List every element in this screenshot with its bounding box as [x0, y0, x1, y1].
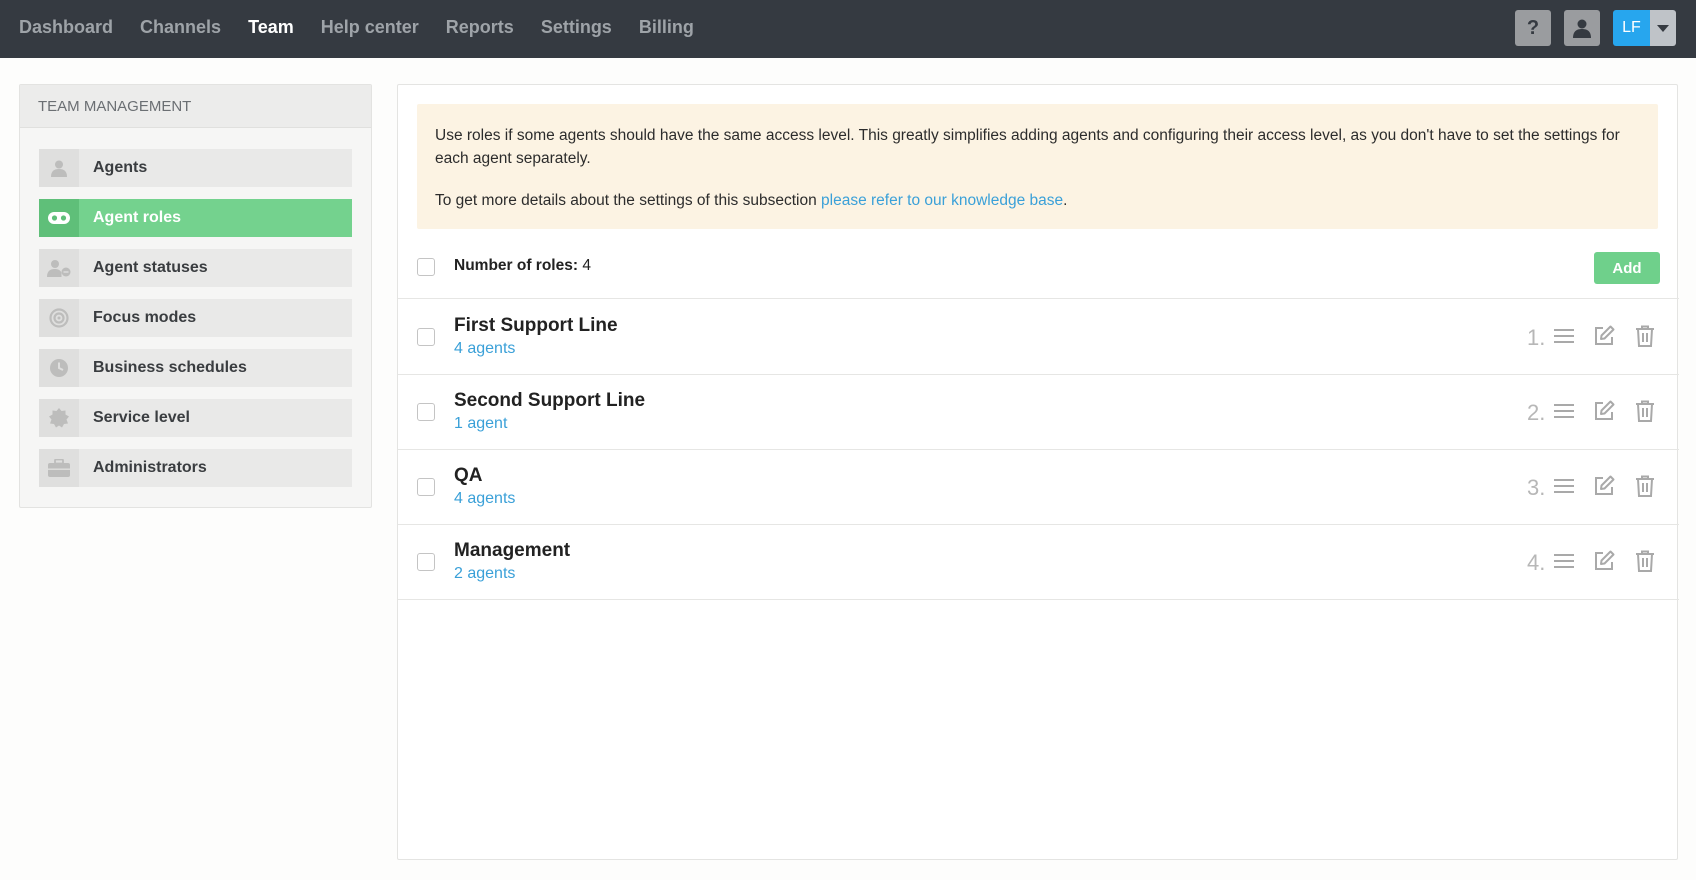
- help-button[interactable]: ?: [1515, 10, 1551, 46]
- table-row: First Support Line 4 agents 1.: [398, 300, 1679, 375]
- role-name: First Support Line: [454, 315, 618, 336]
- role-agents-link[interactable]: 2 agents: [454, 565, 515, 583]
- person-icon: [1573, 19, 1591, 38]
- notice-details-text: To get more details about the settings o…: [435, 192, 822, 209]
- notice-details-suffix: .: [1063, 192, 1068, 209]
- nav-help-center[interactable]: Help center: [321, 17, 419, 38]
- edit-icon[interactable]: [1592, 549, 1616, 573]
- sidebar-item-service-level[interactable]: Service level: [39, 399, 352, 437]
- table-row: QA 4 agents 3.: [398, 450, 1679, 525]
- help-icon: ?: [1526, 16, 1540, 39]
- sidebar-item-agent-statuses[interactable]: Agent statuses: [39, 249, 352, 287]
- drag-handle-icon[interactable]: [1552, 399, 1576, 423]
- trash-icon[interactable]: [1633, 474, 1657, 498]
- trash-icon[interactable]: [1633, 399, 1657, 423]
- main-nav: Dashboard Channels Team Help center Repo…: [0, 0, 721, 54]
- row-checkbox[interactable]: [417, 403, 435, 421]
- notice-details: To get more details about the settings o…: [435, 189, 1640, 212]
- drag-handle-icon[interactable]: [1552, 324, 1576, 348]
- role-agents-link[interactable]: 4 agents: [454, 340, 515, 358]
- sidebar-menu: Agents Agent roles Agent statuses Focus …: [20, 128, 371, 487]
- nav-settings[interactable]: Settings: [541, 17, 612, 38]
- briefcase-icon: [39, 449, 79, 487]
- add-role-button[interactable]: Add: [1594, 252, 1660, 284]
- sidebar-item-label: Service level: [93, 409, 190, 426]
- roles-count-label: Number of roles:: [454, 257, 579, 274]
- edit-icon[interactable]: [1592, 474, 1616, 498]
- mask-icon: [39, 199, 79, 237]
- trash-icon[interactable]: [1633, 549, 1657, 573]
- sidebar-item-focus-modes[interactable]: Focus modes: [39, 299, 352, 337]
- nav-channels[interactable]: Channels: [140, 17, 221, 38]
- sidebar-item-business-schedules[interactable]: Business schedules: [39, 349, 352, 387]
- row-checkbox[interactable]: [417, 553, 435, 571]
- roles-panel: Use roles if some agents should have the…: [397, 84, 1679, 860]
- roles-count: Number of roles: 4: [454, 257, 591, 275]
- notice-text: Use roles if some agents should have the…: [435, 127, 1620, 167]
- role-name: Management: [454, 540, 571, 561]
- profile-button[interactable]: [1564, 10, 1600, 46]
- row-checkbox[interactable]: [417, 328, 435, 346]
- sidebar-item-label: Agents: [93, 159, 148, 176]
- roles-header: Number of roles: 4 Add: [398, 237, 1679, 299]
- sidebar-title: TEAM MANAGEMENT: [20, 85, 371, 128]
- nav-reports[interactable]: Reports: [446, 17, 514, 38]
- sidebar-item-label: Administrators: [93, 459, 207, 476]
- role-order: 3.: [1527, 475, 1546, 500]
- sidebar-item-label: Focus modes: [93, 309, 197, 326]
- gear-badge-icon: [39, 399, 79, 437]
- team-management-sidebar: TEAM MANAGEMENT Agents Agent roles Agent…: [19, 84, 372, 508]
- nav-billing[interactable]: Billing: [639, 17, 694, 38]
- nav-dashboard[interactable]: Dashboard: [19, 17, 113, 38]
- role-agents-link[interactable]: 1 agent: [454, 415, 507, 433]
- info-notice: Use roles if some agents should have the…: [417, 104, 1658, 229]
- chevron-down-icon: [1650, 10, 1676, 46]
- user-avatar: LF: [1613, 10, 1650, 46]
- table-row: Second Support Line 1 agent 2.: [398, 375, 1679, 450]
- sidebar-item-agent-roles[interactable]: Agent roles: [39, 199, 352, 237]
- sidebar-item-agents[interactable]: Agents: [39, 149, 352, 187]
- edit-icon[interactable]: [1592, 324, 1616, 348]
- clock-icon: [39, 349, 79, 387]
- row-checkbox[interactable]: [417, 478, 435, 496]
- target-icon: [39, 299, 79, 337]
- role-agents-link[interactable]: 4 agents: [454, 490, 515, 508]
- top-bar: Dashboard Channels Team Help center Repo…: [0, 0, 1696, 58]
- roles-count-value: 4: [582, 257, 591, 274]
- role-name: Second Support Line: [454, 390, 646, 411]
- user-menu-button[interactable]: LF: [1613, 10, 1676, 46]
- role-order: 4.: [1527, 550, 1546, 575]
- sidebar-item-label: Agent statuses: [93, 259, 208, 276]
- role-order: 2.: [1527, 400, 1546, 425]
- knowledge-base-link[interactable]: please refer to our knowledge base: [821, 192, 1063, 209]
- user-status-icon: [39, 249, 79, 287]
- sidebar-item-administrators[interactable]: Administrators: [39, 449, 352, 487]
- user-icon: [39, 149, 79, 187]
- sidebar-item-label: Business schedules: [93, 359, 247, 376]
- select-all-checkbox[interactable]: [417, 258, 435, 276]
- drag-handle-icon[interactable]: [1552, 474, 1576, 498]
- sidebar-item-label: Agent roles: [93, 209, 182, 226]
- nav-team[interactable]: Team: [248, 17, 294, 38]
- top-actions: ? LF: [1502, 10, 1676, 46]
- edit-icon[interactable]: [1592, 399, 1616, 423]
- table-row: Management 2 agents 4.: [398, 525, 1679, 600]
- trash-icon[interactable]: [1633, 324, 1657, 348]
- drag-handle-icon[interactable]: [1552, 549, 1576, 573]
- role-name: QA: [454, 465, 483, 486]
- role-order: 1.: [1527, 325, 1546, 350]
